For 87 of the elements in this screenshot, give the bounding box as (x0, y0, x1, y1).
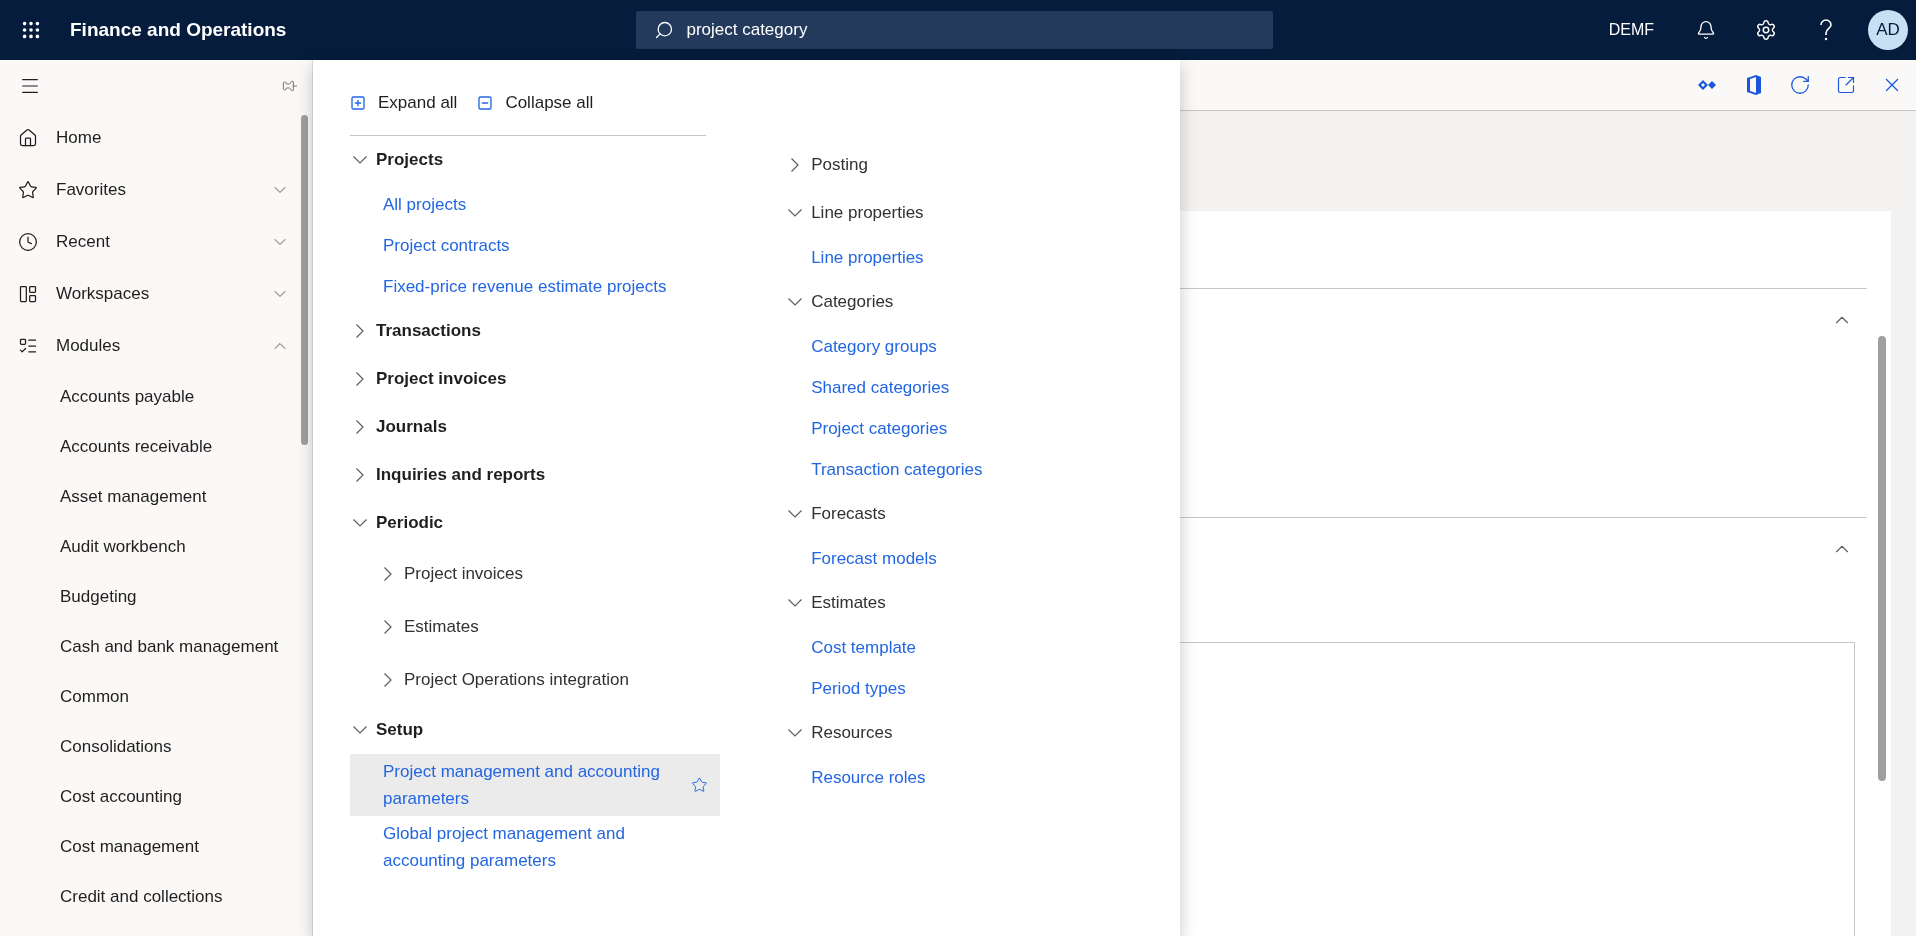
menu-group[interactable]: Estimates (350, 600, 721, 653)
menu-link[interactable]: Global project management and accounting parameters (350, 816, 721, 878)
chevron-right-icon (384, 672, 392, 687)
chevron-right-icon (791, 158, 800, 172)
menu-link[interactable]: Project categories (785, 408, 1180, 449)
collapse-all-button[interactable]: Collapse all (477, 92, 594, 113)
module-item[interactable]: Cost management (0, 822, 312, 872)
module-item[interactable]: Accounts payable (0, 372, 312, 422)
chevron-down-icon (788, 298, 803, 306)
nav-item[interactable]: Recent (0, 216, 312, 268)
chevron-down-icon (353, 519, 367, 527)
chevron-right-icon (356, 372, 364, 386)
menu-link[interactable]: Line properties (785, 237, 1180, 278)
bell-icon (1696, 20, 1716, 40)
menu-group[interactable]: Estimates (785, 579, 1180, 627)
chevron-right-icon (384, 566, 392, 581)
company-label[interactable]: DEMF (1608, 21, 1654, 39)
module-item[interactable]: Asset management (0, 472, 312, 522)
diamonds-icon[interactable] (1698, 78, 1718, 92)
nav-item[interactable]: Favorites (0, 164, 312, 216)
chevron-right-icon (356, 420, 364, 434)
expand-all-button[interactable]: Expand all (350, 92, 458, 113)
menu-group[interactable]: Forecasts (785, 490, 1180, 538)
search-field[interactable]: project category (636, 11, 1274, 49)
home-icon (18, 128, 38, 148)
favorite-star-icon[interactable] (691, 775, 709, 795)
chevron-right-icon (384, 619, 392, 634)
module-item[interactable]: Consolidations (0, 722, 312, 772)
settings-icon (1755, 19, 1777, 41)
square-plus-icon (350, 94, 366, 111)
menu-group[interactable]: Transactions (350, 307, 721, 355)
office-icon[interactable] (1746, 74, 1762, 96)
module-item[interactable]: Accounts receivable (0, 422, 312, 472)
menu-group[interactable]: Categories (785, 278, 1180, 326)
star-icon (18, 180, 38, 200)
menu-link[interactable]: Transaction categories (785, 449, 1180, 490)
menu-group[interactable]: Periodic (350, 499, 721, 547)
workspace-icon (18, 284, 38, 304)
menu-link[interactable]: Period types (785, 668, 1180, 709)
chevron-down-icon (788, 729, 803, 737)
menu-group[interactable]: Project invoices (350, 355, 721, 403)
menu-group[interactable]: Projects (350, 136, 721, 184)
menu-link[interactable]: Project management and accounting parameters (350, 754, 721, 816)
module-item[interactable]: Cash and bank management (0, 622, 312, 672)
chevron-down-icon (788, 209, 803, 217)
menu-group[interactable]: Resources (785, 709, 1180, 757)
menu-group[interactable]: Inquiries and reports (350, 451, 721, 499)
help-icon[interactable] (1819, 19, 1833, 41)
waffle-icon (20, 19, 42, 41)
menu-group[interactable]: Setup (350, 706, 721, 754)
menu-link[interactable]: All projects (350, 184, 721, 225)
menu-link[interactable]: Project contracts (350, 225, 721, 266)
nav-item[interactable]: Workspaces (0, 268, 312, 320)
menu-group[interactable]: Line properties (785, 189, 1180, 237)
module-item[interactable]: Budgeting (0, 572, 312, 622)
chevron-down-icon (788, 599, 803, 607)
chevron-down-icon (788, 510, 803, 518)
menu-group[interactable]: Project Operations integration (350, 653, 721, 706)
scrollbar-thumb[interactable] (301, 115, 308, 445)
module-item[interactable]: Audit workbench (0, 522, 312, 572)
square-minus-icon (477, 94, 494, 111)
clock-icon (18, 232, 38, 252)
menu-link[interactable]: Resource roles (785, 757, 1180, 798)
menu-group[interactable]: Journals (350, 403, 721, 451)
refresh-icon (1789, 74, 1811, 96)
module-item[interactable]: Cost accounting (0, 772, 312, 822)
menu-group[interactable]: Project invoices (350, 547, 721, 600)
menu-link[interactable]: Shared categories (785, 367, 1180, 408)
chevron-right-icon (356, 324, 364, 338)
chevron-down-icon (353, 726, 367, 734)
scrollbar-thumb[interactable] (1878, 336, 1886, 781)
nav-item[interactable]: Modules (0, 320, 312, 372)
menu-link[interactable]: Forecast models (785, 538, 1180, 579)
external-link-icon (1836, 75, 1856, 95)
pin-icon (282, 78, 298, 94)
menu-link[interactable]: Category groups (785, 326, 1180, 367)
app-title: Finance and Operations (70, 19, 287, 41)
menu-link[interactable]: Fixed-price revenue estimate projects (350, 266, 721, 307)
chevron-right-icon (356, 468, 364, 482)
menu-link[interactable]: Cost template (785, 627, 1180, 668)
search-icon (654, 20, 675, 40)
user-avatar[interactable]: AD (1868, 10, 1908, 50)
menu-group[interactable]: Posting (785, 141, 1180, 189)
chevron-down-icon (353, 156, 367, 164)
module-item[interactable]: Common (0, 672, 312, 722)
module-item[interactable]: Credit and collections (0, 872, 312, 922)
nav-item[interactable]: Home (0, 112, 312, 164)
